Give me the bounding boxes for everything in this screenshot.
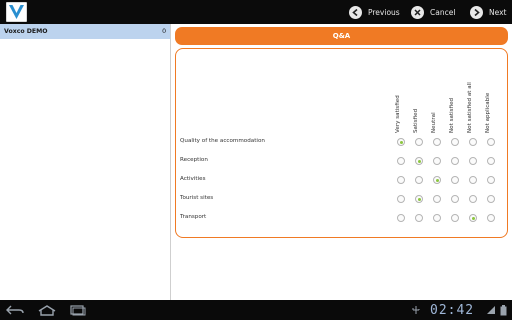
rating-radio[interactable] xyxy=(433,176,441,184)
arrow-left-circle-icon xyxy=(349,5,362,19)
rating-radio[interactable] xyxy=(415,157,423,165)
column-header: Not satisfied xyxy=(449,63,459,133)
rating-radio[interactable] xyxy=(469,195,477,203)
rating-radio[interactable] xyxy=(415,176,423,184)
question-row: Activities xyxy=(176,171,505,189)
rating-radio[interactable] xyxy=(451,195,459,203)
back-icon[interactable] xyxy=(6,303,24,317)
question-row: Tourist sites xyxy=(176,190,505,208)
rating-radio[interactable] xyxy=(415,214,423,222)
status-clock: 02:42 xyxy=(430,302,475,318)
usb-debug-icon xyxy=(411,303,421,317)
rating-radio[interactable] xyxy=(433,157,441,165)
rating-radio[interactable] xyxy=(397,157,405,165)
question-label: Reception xyxy=(180,157,208,163)
question-area: Q&A Very satisfied Satisfied Neutral Not… xyxy=(172,24,512,300)
rating-radio[interactable] xyxy=(397,195,405,203)
rating-radio[interactable] xyxy=(415,138,423,146)
question-label: Tourist sites xyxy=(180,195,214,201)
column-header: Not applicable xyxy=(485,63,495,133)
column-header-label: Neutral xyxy=(431,112,437,133)
home-icon[interactable] xyxy=(38,303,56,317)
battery-icon xyxy=(499,303,507,317)
recent-apps-icon[interactable] xyxy=(70,303,86,317)
signal-icon xyxy=(486,303,496,317)
rating-radio[interactable] xyxy=(451,157,459,165)
question-label: Activities xyxy=(180,176,206,182)
rating-radio[interactable] xyxy=(487,157,495,165)
survey-sidebar: Voxco DEMO 0 xyxy=(0,24,171,300)
top-action-bar: Previous Cancel Next xyxy=(0,0,512,24)
sidebar-item-voxco-demo[interactable]: Voxco DEMO 0 xyxy=(0,24,170,39)
section-title: Q&A xyxy=(332,32,351,40)
cancel-button[interactable]: Cancel xyxy=(411,4,455,20)
rating-radio[interactable] xyxy=(451,138,459,146)
column-header-label: Not satisfied at all xyxy=(467,82,473,133)
previous-label: Previous xyxy=(368,7,400,17)
rating-radio[interactable] xyxy=(451,176,459,184)
column-header-label: Satisfied xyxy=(413,108,419,133)
arrow-right-circle-icon xyxy=(470,5,483,19)
column-header: Neutral xyxy=(431,63,441,133)
cancel-label: Cancel xyxy=(430,7,456,17)
rating-radio[interactable] xyxy=(397,176,405,184)
rating-radio[interactable] xyxy=(469,138,477,146)
system-navigation-bar: 02:42 xyxy=(0,300,512,320)
question-row: Reception xyxy=(176,152,505,170)
section-header: Q&A xyxy=(175,27,508,45)
rating-radio[interactable] xyxy=(433,195,441,203)
column-header-label: Very satisfied xyxy=(395,95,401,133)
question-row: Quality of the accommodation xyxy=(176,133,505,151)
next-label: Next xyxy=(489,7,507,17)
rating-radio[interactable] xyxy=(451,214,459,222)
column-header: Satisfied xyxy=(413,63,423,133)
rating-radio[interactable] xyxy=(469,157,477,165)
previous-button[interactable]: Previous xyxy=(349,4,400,20)
rating-radio[interactable] xyxy=(397,214,405,222)
question-label: Quality of the accommodation xyxy=(180,138,265,144)
sidebar-item-label: Voxco DEMO xyxy=(4,28,48,35)
column-header: Not satisfied at all xyxy=(467,63,477,133)
column-header: Very satisfied xyxy=(395,63,405,133)
rating-radio[interactable] xyxy=(397,138,405,146)
column-header-label: Not satisfied xyxy=(449,97,455,133)
rating-radio[interactable] xyxy=(487,214,495,222)
next-button[interactable]: Next xyxy=(470,4,506,20)
column-header-label: Not applicable xyxy=(485,92,491,133)
rating-radio[interactable] xyxy=(433,138,441,146)
rating-radio[interactable] xyxy=(487,195,495,203)
rating-radio[interactable] xyxy=(487,176,495,184)
rating-radio[interactable] xyxy=(469,214,477,222)
rating-radio[interactable] xyxy=(487,138,495,146)
close-circle-icon xyxy=(411,5,424,19)
rating-radio[interactable] xyxy=(433,214,441,222)
sidebar-item-count: 0 xyxy=(162,28,166,35)
rating-radio[interactable] xyxy=(469,176,477,184)
question-row: Transport xyxy=(176,209,505,227)
vovox-logo-icon xyxy=(6,2,27,22)
rating-radio[interactable] xyxy=(415,195,423,203)
app-root: Previous Cancel Next Voxco DEMO 0 Q&A Ve… xyxy=(0,0,512,320)
rating-grid: Very satisfied Satisfied Neutral Not sat… xyxy=(175,48,508,238)
question-label: Transport xyxy=(180,214,207,220)
